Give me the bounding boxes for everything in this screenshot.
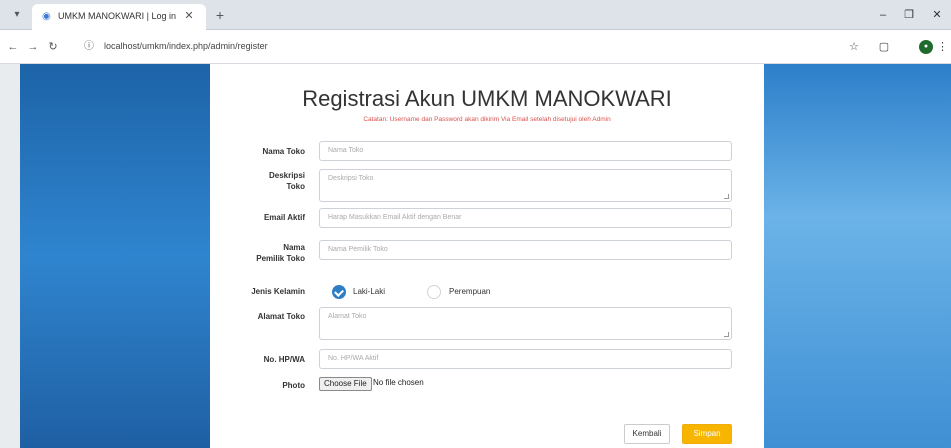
forward-arrow-icon[interactable]: → [26, 40, 40, 54]
choose-file-button[interactable]: Choose File [319, 377, 372, 391]
extensions-icon[interactable]: ▢ [876, 39, 892, 55]
alamat-textarea[interactable]: Alamat Toko [319, 307, 732, 340]
alamat-placeholder: Alamat Toko [328, 313, 367, 320]
save-button[interactable]: Simpan [682, 424, 732, 444]
registration-note: Catatan: Username dan Password akan diki… [363, 116, 611, 123]
profile-avatar[interactable]: ● [919, 40, 933, 54]
tab-search-icon[interactable]: ▾ [10, 8, 24, 22]
nama-toko-input[interactable]: Nama Toko [319, 141, 732, 161]
page-viewport: Registrasi Akun UMKM MANOKWARI Catatan: … [0, 64, 951, 448]
radio-perempuan-label: Perempuan [449, 287, 491, 296]
reload-icon[interactable]: ↻ [46, 40, 60, 54]
bookmark-star-icon[interactable]: ☆ [846, 39, 862, 55]
browser-tab[interactable]: ◉ UMKM MANOKWARI | Log in ✕ [32, 4, 206, 30]
registration-card: Registrasi Akun UMKM MANOKWARI Catatan: … [210, 64, 764, 448]
nama-pemilik-label: Nama Pemilik Toko [256, 243, 305, 263]
browser-tab-bar: ▾ ◉ UMKM MANOKWARI | Log in ✕ + – ❐ ✕ [0, 0, 951, 30]
deskripsi-label: Deskripsi Toko [268, 171, 305, 191]
radio-laki-laki[interactable] [332, 285, 346, 299]
radio-laki-laki-label: Laki-Laki [353, 287, 386, 296]
radio-perempuan[interactable] [427, 285, 441, 299]
resize-handle-icon[interactable] [724, 194, 729, 199]
minimize-icon[interactable]: – [873, 6, 893, 24]
nama-pemilik-placeholder: Nama Pemilik Toko [328, 246, 388, 253]
email-label: Email Aktif [263, 213, 305, 222]
tab-title: UMKM MANOKWARI | Log in [58, 11, 177, 21]
right-background-panel [764, 64, 951, 448]
page-title: Registrasi Akun UMKM MANOKWARI [302, 86, 672, 111]
no-hp-label: No. HP/WA [263, 355, 305, 364]
maximize-icon[interactable]: ❐ [899, 6, 919, 24]
file-status-text: No file chosen [373, 378, 424, 387]
nama-pemilik-input[interactable]: Nama Pemilik Toko [319, 240, 732, 260]
no-hp-placeholder: No. HP/WA Aktif [328, 355, 379, 362]
back-arrow-icon[interactable]: ← [6, 40, 20, 54]
close-window-icon[interactable]: ✕ [927, 6, 947, 24]
url-text: localhost/umkm/index.php/admin/register [104, 41, 268, 51]
resize-handle-icon[interactable] [724, 332, 729, 337]
email-input[interactable]: Harap Masukkan Email Aktif dengan Benar [319, 208, 732, 228]
no-hp-input[interactable]: No. HP/WA Aktif [319, 349, 732, 369]
nama-toko-label: Nama Toko [262, 147, 305, 156]
deskripsi-placeholder: Deskripsi Toko [328, 175, 374, 182]
jenis-kelamin-label: Jenis Kelamin [251, 287, 305, 296]
menu-dots-icon[interactable]: ⋮ [937, 39, 948, 55]
photo-label: Photo [282, 381, 305, 390]
browser-toolbar: ← → ↻ ⓘ localhost/umkm/index.php/admin/r… [0, 31, 951, 64]
new-tab-icon[interactable]: + [212, 7, 228, 23]
left-margin [0, 64, 20, 448]
left-background-panel [20, 64, 210, 448]
favicon-icon: ◉ [42, 11, 51, 22]
back-button[interactable]: Kembali [624, 424, 670, 444]
site-info-icon[interactable]: ⓘ [84, 40, 97, 53]
close-tab-icon[interactable]: ✕ [182, 9, 196, 23]
deskripsi-textarea[interactable]: Deskripsi Toko [319, 169, 732, 202]
email-placeholder: Harap Masukkan Email Aktif dengan Benar [328, 214, 462, 221]
alamat-label: Alamat Toko [257, 312, 305, 321]
address-bar[interactable]: ⓘ localhost/umkm/index.php/admin/registe… [68, 35, 828, 59]
nama-toko-placeholder: Nama Toko [328, 147, 364, 154]
